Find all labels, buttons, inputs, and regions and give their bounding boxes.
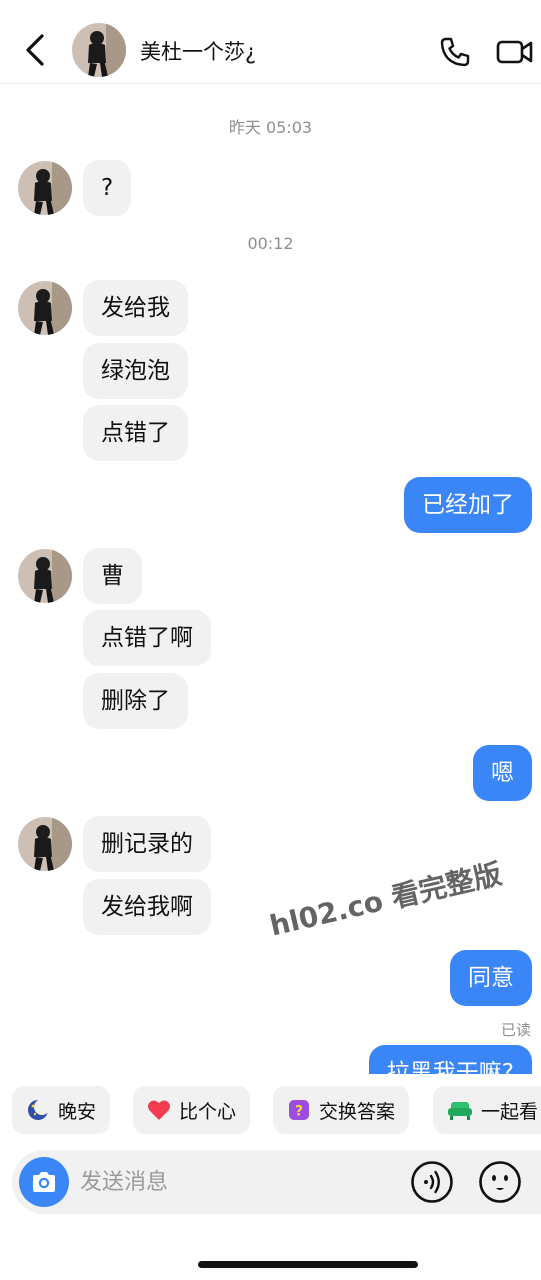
message-bubble-incoming[interactable]: 点错了 <box>83 405 188 461</box>
message-input[interactable] <box>80 1160 390 1204</box>
message-bubble-incoming[interactable]: 曹 <box>83 548 142 604</box>
emoji-button[interactable] <box>478 1160 522 1204</box>
sender-avatar[interactable] <box>18 817 72 871</box>
chat-header: 美杜一个莎¿ <box>0 0 541 84</box>
message-bubble-outgoing[interactable]: 拉黑我干嘛? <box>368 1045 532 1074</box>
avatar-photo <box>18 161 72 215</box>
heart-icon <box>148 1100 170 1120</box>
contact-avatar[interactable] <box>72 23 126 77</box>
quick-reply-good-night[interactable]: 晚安 <box>12 1086 111 1134</box>
contact-name[interactable]: 美杜一个莎¿ <box>140 36 256 66</box>
timestamp: 昨天 05:03 <box>228 118 313 137</box>
emoji-icon <box>479 1161 521 1203</box>
quick-reply-heart[interactable]: 比个心 <box>133 1086 251 1134</box>
chevron-left-icon <box>26 34 44 66</box>
sofa-icon <box>448 1102 472 1120</box>
voice-icon <box>411 1161 453 1203</box>
phone-icon <box>440 37 470 67</box>
voice-button[interactable] <box>410 1160 454 1204</box>
message-bubble-incoming[interactable]: ? <box>83 160 132 216</box>
message-bubble-outgoing[interactable]: 同意 <box>450 950 532 1006</box>
message-bubble-outgoing[interactable]: 嗯 <box>473 745 532 801</box>
chip-label: 比个心 <box>179 1100 237 1123</box>
chip-label: 晚安 <box>58 1100 97 1123</box>
avatar-photo <box>18 281 72 335</box>
sender-avatar[interactable] <box>18 549 72 603</box>
message-composer <box>12 1150 541 1214</box>
avatar-photo <box>72 23 126 77</box>
call-button[interactable] <box>436 33 474 71</box>
back-button[interactable] <box>18 30 52 70</box>
sender-avatar[interactable] <box>18 161 72 215</box>
message-bubble-incoming[interactable]: 绿泡泡 <box>83 343 188 399</box>
quick-reply-watch-together[interactable]: 一起看 <box>433 1086 541 1134</box>
message-bubble-incoming[interactable]: 发给我啊 <box>83 879 211 935</box>
moon-icon <box>28 1099 50 1120</box>
camera-button[interactable] <box>19 1157 69 1207</box>
message-bubble-incoming[interactable]: 删除了 <box>83 673 188 729</box>
message-bubble-incoming[interactable]: 点错了啊 <box>83 610 211 666</box>
read-receipt: 已读 <box>500 1021 531 1039</box>
camera-icon <box>33 1172 55 1192</box>
message-bubble-incoming[interactable]: 删记录的 <box>83 816 211 872</box>
avatar-photo <box>18 817 72 871</box>
video-call-button[interactable] <box>494 33 536 71</box>
message-bubble-outgoing[interactable]: 已经加了 <box>404 477 532 533</box>
avatar-photo <box>18 549 72 603</box>
home-indicator <box>198 1261 418 1268</box>
quick-reply-bar: 晚安 比个心 ? 交换答案 一起看 <box>0 1074 541 1144</box>
chip-label: 一起看 <box>481 1100 539 1123</box>
sender-avatar[interactable] <box>18 281 72 335</box>
quick-reply-exchange-answers[interactable]: ? 交换答案 <box>273 1086 410 1134</box>
svg-text:?: ? <box>295 1104 303 1120</box>
message-bubble-incoming[interactable]: 发给我 <box>83 280 188 336</box>
timestamp: 00:12 <box>247 234 294 253</box>
video-camera-icon <box>496 40 533 64</box>
question-box-icon: ? <box>289 1100 309 1120</box>
chip-label: 交换答案 <box>319 1100 396 1123</box>
